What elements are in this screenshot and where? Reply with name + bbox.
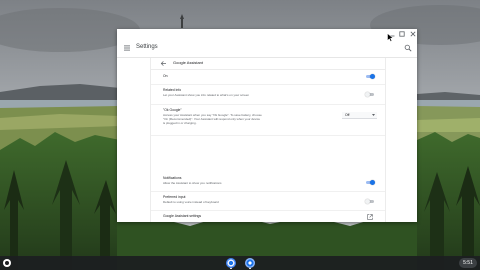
setting-description: is plugged in or charging.: [163, 121, 197, 125]
clock: 5:51: [463, 260, 473, 266]
setting-row-assistant-settings[interactable]: Google Assistant settings: [151, 211, 385, 222]
settings-icon[interactable]: [245, 258, 255, 268]
close-button[interactable]: [408, 30, 417, 38]
status-tray[interactable]: 5:51: [459, 258, 477, 268]
setting-title: On: [163, 74, 168, 78]
assistant-settings-card: Google Assistant On Related info Let you…: [150, 58, 386, 222]
app-running-indicator: [249, 268, 251, 269]
ok-google-selected-value: Off: [345, 113, 350, 117]
hamburger-menu-icon[interactable]: [123, 44, 131, 52]
arrow-back-icon[interactable]: [160, 60, 167, 67]
chevron-down-icon: [372, 114, 375, 116]
setting-description: Allow the Assistant to show you notifica…: [163, 181, 222, 185]
setting-row-ok-google: "Ok Google" Access your Assistant when y…: [151, 105, 385, 136]
maximize-icon: [398, 31, 405, 37]
open-in-new-icon[interactable]: [367, 214, 373, 220]
close-icon: [410, 31, 415, 37]
setting-row-notifications[interactable]: Notifications Allow the Assistant to sho…: [151, 175, 385, 192]
launcher-button[interactable]: [3, 259, 11, 267]
page-header: Google Assistant: [151, 58, 385, 70]
notifications-toggle[interactable]: [365, 180, 375, 185]
settings-window: Settings Google Assistant On Related inf…: [117, 29, 417, 222]
mouse-pointer-icon: [387, 33, 394, 42]
search-icon[interactable]: [404, 44, 412, 52]
setting-description: Default to using voice instead of keyboa…: [163, 200, 219, 204]
settings-toolbar: Settings: [117, 39, 417, 58]
setting-title: Google Assistant settings: [163, 214, 202, 218]
window-titlebar[interactable]: [117, 29, 417, 39]
preferred-input-toggle[interactable]: [365, 199, 375, 204]
app-title: Settings: [136, 44, 158, 50]
app-running-indicator: [230, 268, 232, 269]
setting-row-assistant[interactable]: On: [151, 70, 385, 85]
related-info-toggle[interactable]: [365, 92, 375, 97]
setting-row-preferred-input[interactable]: Preferred input Default to using voice i…: [151, 192, 385, 211]
assistant-toggle[interactable]: [365, 74, 375, 79]
settings-page: Google Assistant On Related info Let you…: [117, 58, 417, 222]
assistant-icon[interactable]: [226, 258, 236, 268]
page-title: Google Assistant: [173, 60, 204, 65]
setting-row-related-info[interactable]: Related info Let your Assistant show you…: [151, 85, 385, 105]
setting-description: Let your Assistant show you info related…: [163, 93, 250, 97]
shelf: 5:51: [0, 256, 480, 270]
maximize-button[interactable]: [397, 30, 406, 38]
ok-google-select[interactable]: Off: [342, 112, 377, 119]
